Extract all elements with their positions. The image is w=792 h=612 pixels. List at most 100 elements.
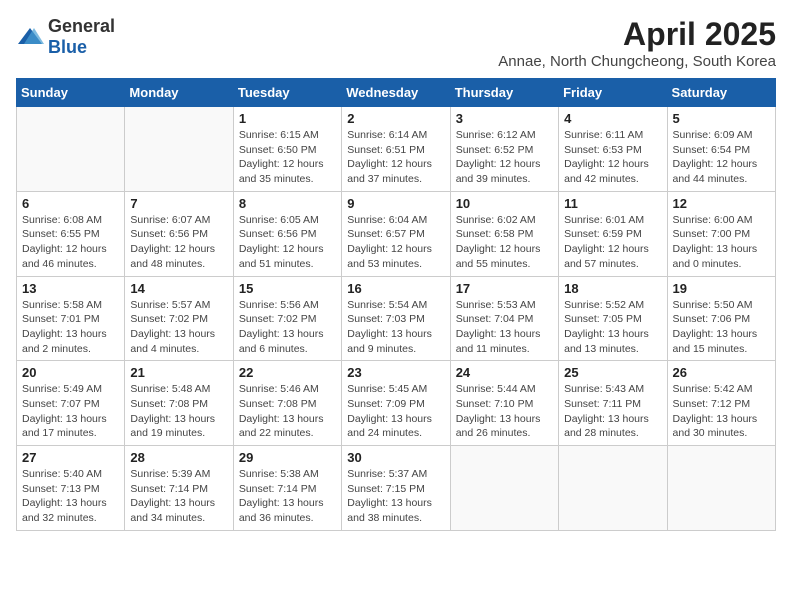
day-number: 17 bbox=[456, 281, 553, 296]
calendar-cell: 18 Sunrise: 5:52 AMSunset: 7:05 PMDayligh… bbox=[559, 276, 667, 361]
calendar-cell: 11Sunrise: 6:01 AMSunset: 6:59 PMDayligh… bbox=[559, 191, 667, 276]
weekday-header-monday: Monday bbox=[125, 79, 233, 107]
day-number: 24 bbox=[456, 365, 553, 380]
calendar-cell: 8 Sunrise: 6:05 AMSunset: 6:56 PMDaylight… bbox=[233, 191, 341, 276]
day-number: 26 bbox=[673, 365, 770, 380]
day-number: 18 bbox=[564, 281, 661, 296]
calendar-title: April 2025 bbox=[498, 16, 776, 53]
day-info: Sunrise: 5:40 AMSunset: 7:13 PMDaylight:… bbox=[22, 467, 119, 526]
calendar-week-row: 13 Sunrise: 5:58 AMSunset: 7:01 PMDayligh… bbox=[17, 276, 776, 361]
day-info: Sunrise: 5:38 AMSunset: 7:14 PMDaylight:… bbox=[239, 467, 336, 526]
day-number: 23 bbox=[347, 365, 444, 380]
calendar-cell: 3 Sunrise: 6:12 AMSunset: 6:52 PMDaylight… bbox=[450, 107, 558, 192]
weekday-header-saturday: Saturday bbox=[667, 79, 775, 107]
calendar-cell: 2Sunrise: 6:14 AMSunset: 6:51 PMDaylight… bbox=[342, 107, 450, 192]
weekday-header-sunday: Sunday bbox=[17, 79, 125, 107]
day-info: Sunrise: 5:42 AMSunset: 7:12 PMDaylight:… bbox=[673, 382, 770, 441]
calendar-cell: 19 Sunrise: 5:50 AMSunset: 7:06 PMDayligh… bbox=[667, 276, 775, 361]
weekday-header-row: SundayMondayTuesdayWednesdayThursdayFrid… bbox=[17, 79, 776, 107]
day-number: 12 bbox=[673, 196, 770, 211]
calendar-cell: 17 Sunrise: 5:53 AMSunset: 7:04 PMDayligh… bbox=[450, 276, 558, 361]
day-info: Sunrise: 6:15 AMSunset: 6:50 PMDaylight:… bbox=[239, 128, 336, 187]
day-number: 14 bbox=[130, 281, 227, 296]
calendar-cell: 26 Sunrise: 5:42 AMSunset: 7:12 PMDayligh… bbox=[667, 361, 775, 446]
calendar-cell: 13 Sunrise: 5:58 AMSunset: 7:01 PMDayligh… bbox=[17, 276, 125, 361]
calendar-cell: 1Sunrise: 6:15 AMSunset: 6:50 PMDaylight… bbox=[233, 107, 341, 192]
weekday-header-friday: Friday bbox=[559, 79, 667, 107]
day-number: 30 bbox=[347, 450, 444, 465]
day-info: Sunrise: 5:56 AMSunset: 7:02 PMDaylight:… bbox=[239, 298, 336, 357]
logo-icon bbox=[16, 26, 44, 48]
calendar-location: Annae, North Chungcheong, South Korea bbox=[498, 53, 776, 70]
day-info: Sunrise: 5:49 AMSunset: 7:07 PMDaylight:… bbox=[22, 382, 119, 441]
logo-blue: Blue bbox=[48, 37, 87, 57]
day-info: Sunrise: 5:46 AMSunset: 7:08 PMDaylight:… bbox=[239, 382, 336, 441]
day-info: Sunrise: 6:08 AMSunset: 6:55 PMDaylight:… bbox=[22, 213, 119, 272]
day-number: 19 bbox=[673, 281, 770, 296]
day-info: Sunrise: 5:45 AMSunset: 7:09 PMDaylight:… bbox=[347, 382, 444, 441]
calendar-week-row: 20Sunrise: 5:49 AMSunset: 7:07 PMDayligh… bbox=[17, 361, 776, 446]
calendar-cell: 23 Sunrise: 5:45 AMSunset: 7:09 PMDayligh… bbox=[342, 361, 450, 446]
calendar-cell: 29Sunrise: 5:38 AMSunset: 7:14 PMDayligh… bbox=[233, 446, 341, 531]
calendar-table: SundayMondayTuesdayWednesdayThursdayFrid… bbox=[16, 78, 776, 531]
calendar-week-row: 27 Sunrise: 5:40 AMSunset: 7:13 PMDayligh… bbox=[17, 446, 776, 531]
weekday-header-wednesday: Wednesday bbox=[342, 79, 450, 107]
calendar-cell: 24Sunrise: 5:44 AMSunset: 7:10 PMDayligh… bbox=[450, 361, 558, 446]
day-number: 22 bbox=[239, 365, 336, 380]
calendar-cell: 30 Sunrise: 5:37 AMSunset: 7:15 PMDayligh… bbox=[342, 446, 450, 531]
logo-general: General bbox=[48, 16, 115, 36]
day-number: 15 bbox=[239, 281, 336, 296]
weekday-header-tuesday: Tuesday bbox=[233, 79, 341, 107]
logo: General Blue bbox=[16, 16, 115, 58]
day-number: 5 bbox=[673, 111, 770, 126]
logo-text: General Blue bbox=[48, 16, 115, 58]
calendar-cell: 27 Sunrise: 5:40 AMSunset: 7:13 PMDayligh… bbox=[17, 446, 125, 531]
calendar-cell: 14 Sunrise: 5:57 AMSunset: 7:02 PMDayligh… bbox=[125, 276, 233, 361]
calendar-cell: 4Sunrise: 6:11 AMSunset: 6:53 PMDaylight… bbox=[559, 107, 667, 192]
calendar-cell: 28Sunrise: 5:39 AMSunset: 7:14 PMDayligh… bbox=[125, 446, 233, 531]
day-info: Sunrise: 5:53 AMSunset: 7:04 PMDaylight:… bbox=[456, 298, 553, 357]
day-number: 3 bbox=[456, 111, 553, 126]
day-number: 6 bbox=[22, 196, 119, 211]
calendar-cell bbox=[125, 107, 233, 192]
day-info: Sunrise: 5:43 AMSunset: 7:11 PMDaylight:… bbox=[564, 382, 661, 441]
day-number: 7 bbox=[130, 196, 227, 211]
calendar-cell: 10 Sunrise: 6:02 AMSunset: 6:58 PMDayligh… bbox=[450, 191, 558, 276]
calendar-cell: 16Sunrise: 5:54 AMSunset: 7:03 PMDayligh… bbox=[342, 276, 450, 361]
day-info: Sunrise: 6:02 AMSunset: 6:58 PMDaylight:… bbox=[456, 213, 553, 272]
day-info: Sunrise: 5:58 AMSunset: 7:01 PMDaylight:… bbox=[22, 298, 119, 357]
calendar-cell: 7 Sunrise: 6:07 AMSunset: 6:56 PMDaylight… bbox=[125, 191, 233, 276]
day-info: Sunrise: 6:01 AMSunset: 6:59 PMDaylight:… bbox=[564, 213, 661, 272]
calendar-cell bbox=[667, 446, 775, 531]
day-info: Sunrise: 6:00 AMSunset: 7:00 PMDaylight:… bbox=[673, 213, 770, 272]
calendar-cell bbox=[17, 107, 125, 192]
weekday-header-thursday: Thursday bbox=[450, 79, 558, 107]
day-number: 4 bbox=[564, 111, 661, 126]
calendar-cell: 6 Sunrise: 6:08 AMSunset: 6:55 PMDaylight… bbox=[17, 191, 125, 276]
calendar-cell: 20Sunrise: 5:49 AMSunset: 7:07 PMDayligh… bbox=[17, 361, 125, 446]
day-number: 13 bbox=[22, 281, 119, 296]
day-info: Sunrise: 5:54 AMSunset: 7:03 PMDaylight:… bbox=[347, 298, 444, 357]
day-info: Sunrise: 5:50 AMSunset: 7:06 PMDaylight:… bbox=[673, 298, 770, 357]
calendar-cell: 21Sunrise: 5:48 AMSunset: 7:08 PMDayligh… bbox=[125, 361, 233, 446]
calendar-cell: 25Sunrise: 5:43 AMSunset: 7:11 PMDayligh… bbox=[559, 361, 667, 446]
day-number: 9 bbox=[347, 196, 444, 211]
day-info: Sunrise: 6:04 AMSunset: 6:57 PMDaylight:… bbox=[347, 213, 444, 272]
day-info: Sunrise: 5:57 AMSunset: 7:02 PMDaylight:… bbox=[130, 298, 227, 357]
day-info: Sunrise: 6:12 AMSunset: 6:52 PMDaylight:… bbox=[456, 128, 553, 187]
calendar-week-row: 6 Sunrise: 6:08 AMSunset: 6:55 PMDaylight… bbox=[17, 191, 776, 276]
day-number: 8 bbox=[239, 196, 336, 211]
day-info: Sunrise: 6:07 AMSunset: 6:56 PMDaylight:… bbox=[130, 213, 227, 272]
title-block: April 2025 Annae, North Chungcheong, Sou… bbox=[498, 16, 776, 70]
day-info: Sunrise: 5:37 AMSunset: 7:15 PMDaylight:… bbox=[347, 467, 444, 526]
calendar-cell: 12 Sunrise: 6:00 AMSunset: 7:00 PMDayligh… bbox=[667, 191, 775, 276]
calendar-cell bbox=[559, 446, 667, 531]
day-info: Sunrise: 5:39 AMSunset: 7:14 PMDaylight:… bbox=[130, 467, 227, 526]
calendar-cell: 22 Sunrise: 5:46 AMSunset: 7:08 PMDayligh… bbox=[233, 361, 341, 446]
day-number: 10 bbox=[456, 196, 553, 211]
day-number: 21 bbox=[130, 365, 227, 380]
calendar-week-row: 1Sunrise: 6:15 AMSunset: 6:50 PMDaylight… bbox=[17, 107, 776, 192]
day-info: Sunrise: 6:05 AMSunset: 6:56 PMDaylight:… bbox=[239, 213, 336, 272]
day-info: Sunrise: 5:52 AMSunset: 7:05 PMDaylight:… bbox=[564, 298, 661, 357]
day-number: 27 bbox=[22, 450, 119, 465]
